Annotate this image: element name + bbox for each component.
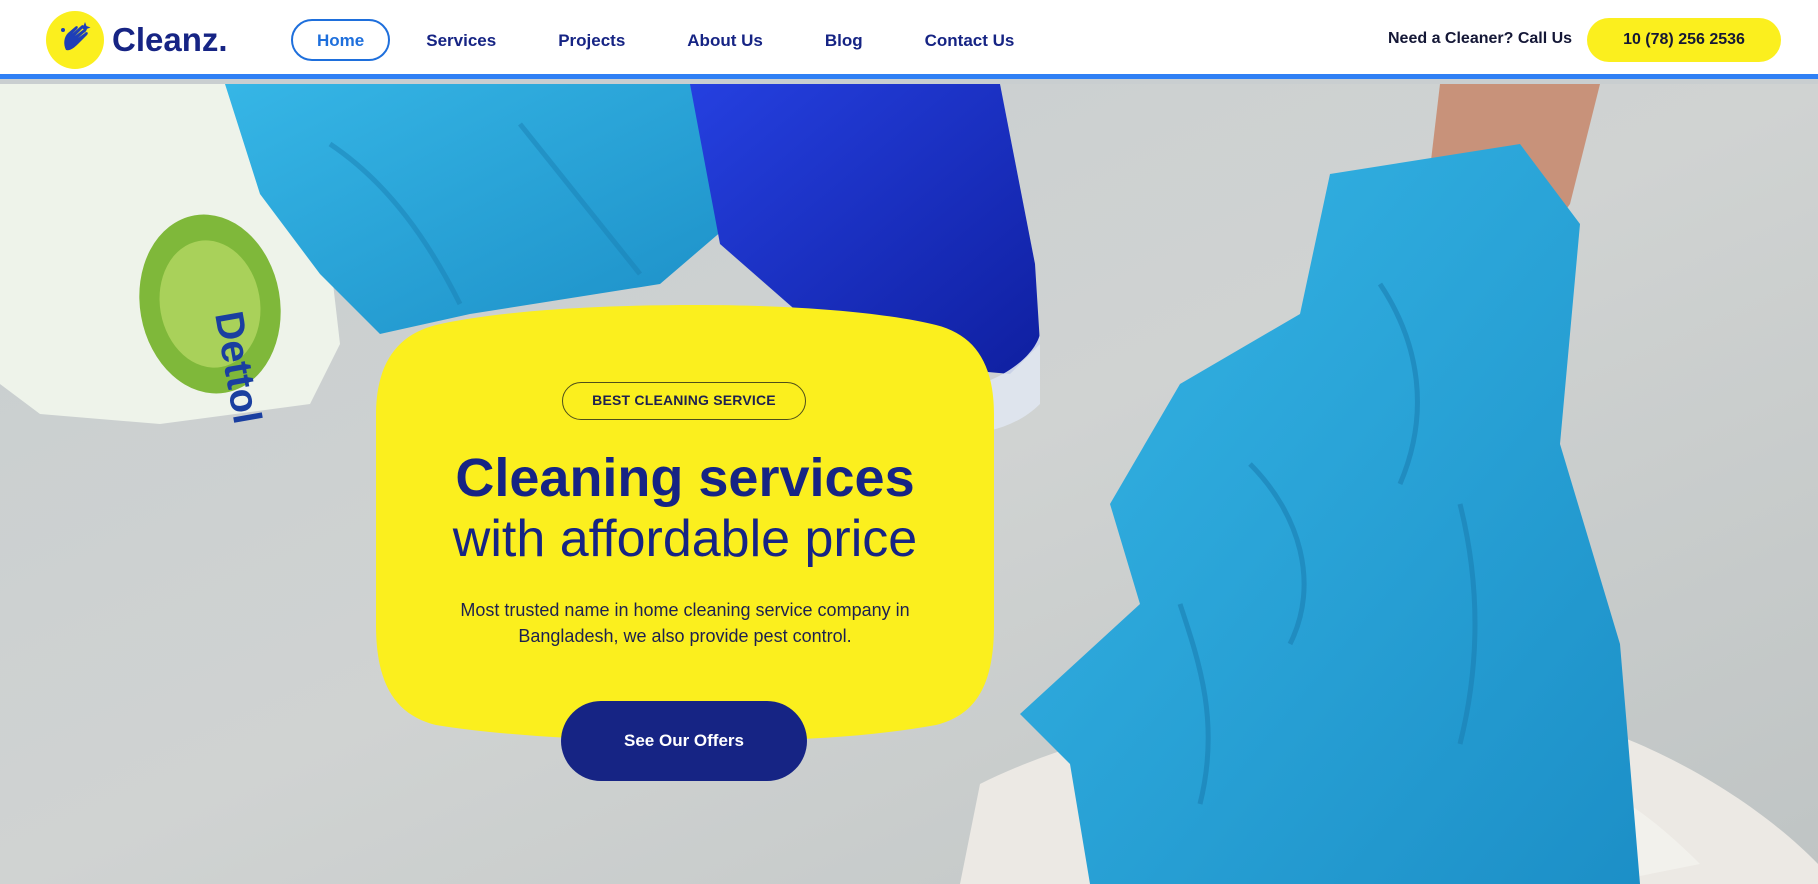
nav-item-services[interactable]: Services <box>400 19 522 61</box>
hand-sparkle-icon <box>46 11 104 69</box>
hero-headline-secondary: with affordable price <box>452 510 918 568</box>
hero-section: Dettol BEST CLEANING SERVICE Cleaning se… <box>0 84 1818 884</box>
phone-button[interactable]: 10 (78) 256 2536 <box>1587 18 1781 62</box>
brand-logo[interactable]: Cleanz. <box>46 11 228 69</box>
nav-item-projects[interactable]: Projects <box>532 19 651 61</box>
call-prompt-text: Need a Cleaner? Call Us <box>1388 30 1573 47</box>
main-nav: Home Services Projects About Us Blog Con… <box>291 19 1050 61</box>
brand-name: Cleanz. <box>112 21 228 58</box>
best-service-badge: BEST CLEANING SERVICE <box>562 382 806 420</box>
site-header: Cleanz. Home Services Projects About Us … <box>0 0 1818 79</box>
hero-card: BEST CLEANING SERVICE Cleaning services … <box>376 305 994 741</box>
hero-description: Most trusted name in home cleaning servi… <box>460 600 910 646</box>
nav-item-blog[interactable]: Blog <box>799 19 889 61</box>
see-offers-button[interactable]: See Our Offers <box>561 701 807 781</box>
nav-item-about-us[interactable]: About Us <box>661 19 789 61</box>
nav-item-home[interactable]: Home <box>291 19 391 61</box>
nav-item-contact-us[interactable]: Contact Us <box>899 19 1041 61</box>
hero-headline-primary: Cleaning services <box>455 448 915 508</box>
